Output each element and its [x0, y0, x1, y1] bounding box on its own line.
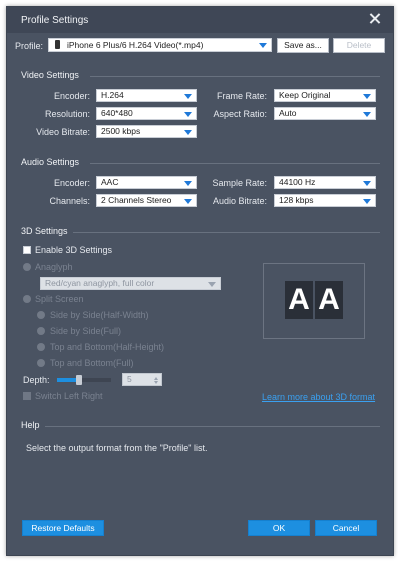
split-option-radio[interactable] [37, 311, 45, 319]
switch-left-right-label: Switch Left Right [35, 391, 103, 401]
audio-bitrate-label: Audio Bitrate: [212, 196, 267, 206]
split-option-label: Side by Side(Half-Width) [50, 310, 149, 320]
divider [90, 76, 380, 77]
divider [90, 163, 380, 164]
stepper-up-icon[interactable] [154, 377, 158, 380]
split-option-label: Top and Bottom(Half-Height) [50, 342, 165, 352]
chevron-down-icon [184, 94, 192, 99]
sample-rate-label: Sample Rate: [212, 178, 267, 188]
window-title: Profile Settings [21, 15, 89, 26]
phone-icon [55, 40, 60, 49]
frame-rate-select[interactable]: Keep Original [274, 89, 376, 102]
video-encoder-label: Encoder: [53, 91, 90, 101]
profile-label: Profile: [15, 41, 44, 51]
split-screen-label: Split Screen [35, 294, 84, 304]
chevron-down-icon [184, 199, 192, 204]
video-bitrate-select[interactable]: 2500 kbps [96, 125, 197, 138]
video-settings-heading: Video Settings [21, 70, 79, 80]
channels-label: Channels: [49, 196, 90, 206]
chevron-down-icon [363, 199, 371, 204]
split-screen-radio[interactable] [23, 295, 31, 303]
anaglyph-radio[interactable] [23, 263, 31, 271]
resolution-label: Resolution: [44, 109, 90, 119]
enable-3d-label: Enable 3D Settings [35, 245, 113, 255]
resolution-select[interactable]: 640*480 [96, 107, 197, 120]
sample-rate-select[interactable]: 44100 Hz [274, 176, 376, 189]
divider [73, 232, 380, 233]
depth-slider-thumb[interactable] [75, 375, 82, 385]
divider [45, 426, 380, 427]
profile-settings-dialog: Profile Settings Profile: iPhone 6 Plus/… [6, 6, 394, 556]
preview-right-letter: A [315, 281, 343, 319]
preview-aa: A A [285, 281, 343, 319]
learn-more-3d-link[interactable]: Learn more about 3D format [262, 392, 375, 402]
3d-settings-heading: 3D Settings [21, 226, 68, 236]
aspect-ratio-label: Aspect Ratio: [213, 109, 267, 119]
audio-encoder-select[interactable]: AAC [96, 176, 197, 189]
chevron-down-icon [184, 130, 192, 135]
anaglyph-select[interactable]: Red/cyan anaglyph, full color [40, 277, 221, 290]
ok-button[interactable]: OK [248, 520, 310, 536]
help-text: Select the output format from the "Profi… [26, 443, 208, 453]
title-bar: Profile Settings [7, 7, 393, 33]
audio-bitrate-select[interactable]: 128 kbps [274, 194, 376, 207]
depth-slider[interactable] [57, 375, 111, 385]
anaglyph-label: Anaglyph [35, 262, 73, 272]
depth-label: Depth: [23, 375, 50, 385]
frame-rate-label: Frame Rate: [216, 91, 267, 101]
help-heading: Help [21, 420, 40, 430]
split-option-label: Top and Bottom(Full) [50, 358, 134, 368]
chevron-down-icon [363, 112, 371, 117]
video-bitrate-label: Video Bitrate: [36, 127, 90, 137]
audio-settings-heading: Audio Settings [21, 157, 80, 167]
switch-left-right-checkbox[interactable] [23, 392, 31, 400]
chevron-down-icon [259, 43, 267, 48]
aspect-ratio-select[interactable]: Auto [274, 107, 376, 120]
restore-defaults-button[interactable]: Restore Defaults [22, 520, 104, 536]
profile-select[interactable]: iPhone 6 Plus/6 H.264 Video(*.mp4) [48, 38, 272, 52]
split-option-radio[interactable] [37, 359, 45, 367]
audio-encoder-label: Encoder: [53, 178, 90, 188]
profile-value: iPhone 6 Plus/6 H.264 Video(*.mp4) [67, 40, 204, 50]
chevron-down-icon [363, 94, 371, 99]
preview-left-letter: A [285, 281, 313, 319]
chevron-down-icon [184, 181, 192, 186]
3d-preview: A A [263, 263, 365, 339]
split-option-radio[interactable] [37, 343, 45, 351]
depth-stepper[interactable]: 5 [122, 373, 162, 386]
chevron-down-icon [184, 112, 192, 117]
save-as-button[interactable]: Save as... [277, 38, 329, 53]
video-encoder-select[interactable]: H.264 [96, 89, 197, 102]
close-icon[interactable] [367, 11, 383, 27]
cancel-button[interactable]: Cancel [315, 520, 377, 536]
channels-select[interactable]: 2 Channels Stereo [96, 194, 197, 207]
chevron-down-icon [363, 181, 371, 186]
chevron-down-icon [208, 282, 216, 287]
split-option-label: Side by Side(Full) [50, 326, 122, 336]
stepper-down-icon[interactable] [154, 381, 158, 384]
delete-button[interactable]: Delete [333, 38, 385, 53]
enable-3d-checkbox[interactable] [23, 246, 31, 254]
split-option-radio[interactable] [37, 327, 45, 335]
